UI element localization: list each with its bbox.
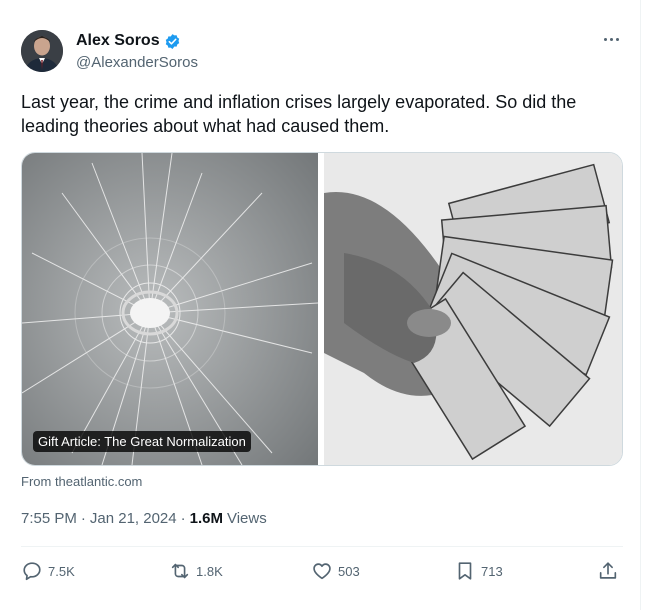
meta-separator: · xyxy=(180,510,186,527)
verified-badge-icon xyxy=(164,33,181,50)
repost-count: 1.8K xyxy=(196,563,223,579)
tweet-time[interactable]: 7:55 PM xyxy=(21,510,77,527)
bookmark-count: 713 xyxy=(481,563,503,579)
reply-button[interactable]: 7.5K xyxy=(21,560,75,582)
link-card[interactable]: Gift Article: The Great Normalization xyxy=(21,152,623,466)
shattered-glass-image xyxy=(22,153,318,465)
tweet-detail: Alex Soros @AlexanderSoros Last year, th… xyxy=(0,0,641,610)
views-label: Views xyxy=(226,510,267,527)
share-icon xyxy=(597,560,619,582)
bookmark-button[interactable]: 713 xyxy=(454,560,503,582)
more-icon[interactable] xyxy=(598,28,624,50)
reply-icon xyxy=(21,560,43,582)
author-name-row[interactable]: Alex Soros xyxy=(76,32,181,50)
tweet-text: Last year, the crime and inflation crise… xyxy=(21,92,577,136)
author-handle[interactable]: @AlexanderSoros xyxy=(76,54,198,71)
like-button[interactable]: 503 xyxy=(311,560,360,582)
card-source[interactable]: From theatlantic.com xyxy=(21,474,142,489)
avatar[interactable] xyxy=(21,30,63,72)
tweet-meta: 7:55 PM · Jan 21, 2024 · 1.6M Views xyxy=(21,510,267,527)
repost-icon xyxy=(169,560,191,582)
money-hand-image xyxy=(324,153,622,465)
views-count: 1.6M xyxy=(189,510,223,527)
share-button[interactable] xyxy=(597,560,619,582)
bookmark-icon xyxy=(454,560,476,582)
tweet-date[interactable]: Jan 21, 2024 xyxy=(90,510,177,527)
action-bar: 7.5K 1.8K 503 713 xyxy=(21,560,623,584)
like-count: 503 xyxy=(338,563,360,579)
divider-line xyxy=(21,546,623,547)
like-icon xyxy=(311,560,333,582)
author-name[interactable]: Alex Soros xyxy=(76,32,160,50)
meta-separator: · xyxy=(80,510,86,527)
repost-button[interactable]: 1.8K xyxy=(169,560,223,582)
card-title-label: Gift Article: The Great Normalization xyxy=(33,431,251,452)
reply-count: 7.5K xyxy=(48,563,75,579)
